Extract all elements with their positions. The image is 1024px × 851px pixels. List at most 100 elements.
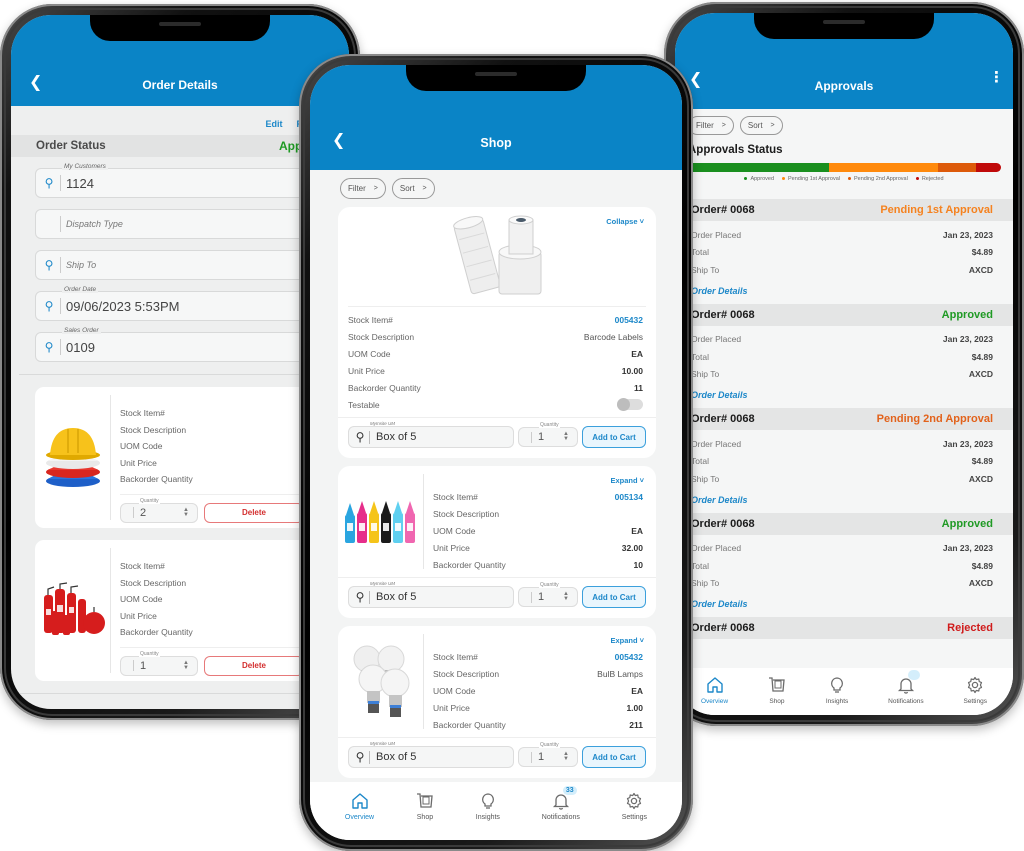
filter-sort-bar: Filter > Sort >: [675, 109, 1013, 135]
search-icon[interactable]: ⚲: [353, 430, 367, 444]
status-bar-segment: [938, 163, 976, 172]
my-customers-field[interactable]: My Customers ⚲ 1124: [35, 163, 335, 198]
add-to-cart-button[interactable]: Add to Cart: [582, 586, 646, 608]
tab-overview[interactable]: Overview: [701, 676, 728, 705]
edit-link[interactable]: Edit: [265, 119, 282, 129]
sort-button[interactable]: Sort >: [739, 116, 783, 135]
notification-badge: 33: [562, 786, 577, 795]
search-icon[interactable]: ⚲: [353, 590, 367, 604]
testable-toggle[interactable]: [617, 398, 643, 411]
order-summary: Order Placed Jan 23, 2023 Total $4.89 Ship T…: [675, 326, 1013, 409]
search-icon[interactable]: ⚲: [42, 176, 56, 190]
stepper-arrows-icon[interactable]: ▲ ▼: [563, 751, 569, 762]
add-to-cart-button[interactable]: Add to Cart: [582, 426, 646, 448]
legend-dot-icon: [847, 177, 851, 181]
order-details-link[interactable]: Order Details: [691, 599, 993, 611]
uom-search-field[interactable]: MyInsite UM ⚲ Box of 5: [348, 741, 514, 768]
chevron-left-icon[interactable]: ❮: [29, 72, 42, 92]
bottom-tab-bar: Overview Shop Insights Notifications Setting…: [675, 668, 1013, 715]
filter-button[interactable]: Filter >: [688, 116, 734, 135]
kv-row: UOM CodeEA: [348, 348, 643, 359]
quantity-stepper[interactable]: Quantity 2 ▲ ▼: [120, 497, 198, 523]
kv-row: Testable: [348, 396, 643, 413]
quantity-value: 1: [140, 659, 147, 672]
shop-icon: [768, 676, 786, 695]
tab-label: Settings: [621, 814, 648, 821]
stepper-arrows-icon[interactable]: ▲ ▼: [183, 507, 189, 518]
quantity-value: 1: [538, 591, 545, 603]
quantity-stepper[interactable]: Quantity 1 ▲ ▼: [518, 422, 578, 447]
uom-value: Box of 5: [376, 751, 417, 763]
kv-row: Unit Price 1.00: [433, 702, 643, 713]
uom-value: Box of 5: [376, 431, 417, 443]
page-title: Approvals: [814, 79, 874, 93]
search-icon[interactable]: ⚲: [42, 299, 56, 313]
filter-button[interactable]: Filter >: [340, 178, 386, 199]
tab-label: Overview: [700, 698, 729, 705]
tab-insights[interactable]: Insights: [476, 792, 500, 821]
order-number: Order# 0068: [691, 308, 755, 321]
phone-notch: [90, 15, 270, 41]
bulb-lamps-image: [338, 634, 424, 729]
kv-row: UOM CodeEA: [433, 525, 643, 536]
kv-row: Backorder Quantity 10: [433, 559, 643, 570]
tab-notifications[interactable]: Notifications: [888, 670, 924, 705]
order-header: Order# 0068 Approved: [675, 303, 1013, 326]
order-details-link[interactable]: Order Details: [691, 495, 993, 507]
chevron-left-icon[interactable]: ❮: [332, 130, 345, 150]
expand-toggle[interactable]: Expand ˅: [610, 476, 644, 485]
order-status: Pending 1st Approval: [880, 204, 993, 216]
stepper-arrows-icon[interactable]: ▲ ▼: [563, 591, 569, 602]
order-details-link[interactable]: Order Details: [691, 390, 993, 402]
search-icon[interactable]: ⚲: [42, 258, 56, 272]
order-header: Order# 0068 Pending 1st Approval: [675, 199, 1013, 221]
sales-order-field[interactable]: Sales Order ⚲ 0109: [35, 327, 335, 362]
uom-search-field[interactable]: MyInsite UM ⚲ Box of 5: [348, 581, 514, 608]
order-status: Approved: [941, 308, 993, 321]
collapse-toggle[interactable]: Collapse ˅: [606, 217, 644, 226]
ship-to-field[interactable]: ⚲ Ship To: [35, 250, 335, 280]
phone-shop: ❮ Shop Filter > Sort > Collapse ˅ Stock …: [299, 54, 693, 851]
tab-shop[interactable]: Shop: [768, 676, 786, 705]
tab-settings[interactable]: Settings: [963, 676, 987, 705]
sort-button[interactable]: Sort >: [391, 178, 435, 199]
hard-hats-image: [35, 395, 111, 520]
stepper-arrows-icon[interactable]: ▲ ▼: [563, 431, 569, 442]
chevron-left-icon[interactable]: ❮: [689, 69, 702, 89]
legend-item: Pending 2nd Approval: [847, 176, 908, 182]
order-header: Order# 0068 Pending 2nd Approval: [675, 408, 1013, 430]
field-label: Sales Order: [62, 327, 101, 334]
quantity-stepper[interactable]: Quantity 1 ▲ ▼: [518, 742, 578, 767]
page-title: Shop: [480, 136, 512, 150]
order-status: Approved: [941, 517, 993, 530]
stepper-arrows-icon[interactable]: ▲ ▼: [183, 660, 189, 671]
notification-badge: [907, 670, 920, 680]
kv-row: Stock Item#005432: [348, 314, 643, 325]
delete-button[interactable]: Delete: [204, 655, 304, 676]
order-date-field[interactable]: Order Date ⚲ 09/06/2023 5:53PM: [35, 286, 335, 321]
expand-toggle[interactable]: Expand ˅: [610, 636, 644, 645]
search-icon[interactable]: ⚲: [42, 340, 56, 354]
quantity-value: 2: [140, 506, 147, 519]
kv-row: Backorder Quantity11: [348, 382, 643, 393]
order-details-link[interactable]: Order Details: [691, 286, 993, 298]
quantity-stepper[interactable]: Quantity 1 ▲ ▼: [518, 582, 578, 607]
cart-controls: MyInsite UM ⚲ Box of 5 Quantity 1 ▲ ▼ Add…: [338, 577, 656, 618]
search-icon[interactable]: ⚲: [353, 750, 367, 764]
legend-item: Approved: [744, 176, 774, 182]
home-icon: [351, 792, 369, 811]
page-title: Order Details: [142, 78, 218, 92]
ink-bottles-image: [338, 474, 424, 569]
uom-search-field[interactable]: MyInsite UM ⚲ Box of 5: [348, 421, 514, 448]
dispatch-type-select[interactable]: Dispatch Type ▼: [35, 209, 335, 239]
add-to-cart-button[interactable]: Add to Cart: [582, 746, 646, 768]
kv-row: Stock Item# 005134: [433, 491, 643, 502]
tab-shop[interactable]: Shop: [416, 792, 434, 821]
more-options-icon[interactable]: ⋮: [989, 68, 1004, 86]
tab-insights[interactable]: Insights: [826, 676, 848, 705]
delete-button[interactable]: Delete: [204, 502, 304, 523]
quantity-stepper[interactable]: Quantity 1 ▲ ▼: [120, 650, 198, 676]
tab-notifications[interactable]: 33 Notifications: [542, 786, 580, 821]
tab-overview[interactable]: Overview: [345, 792, 374, 821]
tab-settings[interactable]: Settings: [622, 792, 647, 821]
